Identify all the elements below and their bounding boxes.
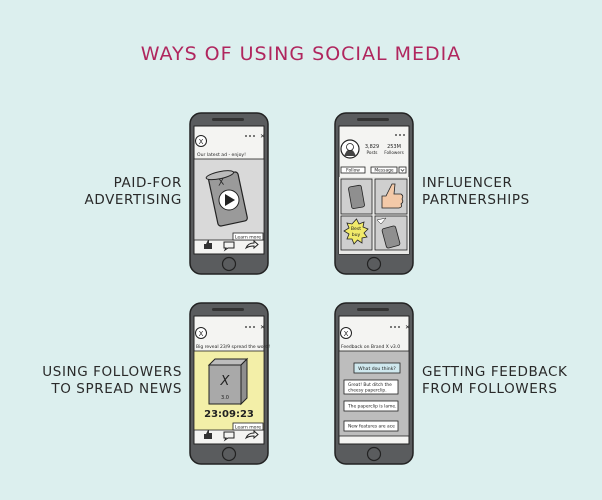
- close-icon[interactable]: ✕: [260, 133, 265, 140]
- followers-label: Followers: [384, 150, 404, 155]
- play-icon[interactable]: [218, 189, 240, 211]
- reply-2-text: The paperclip is lame.: [347, 404, 396, 410]
- more-options-icon[interactable]: [245, 135, 255, 137]
- caption-line: ADVERTISING: [84, 192, 182, 208]
- countdown-timer: 23:09:23: [204, 409, 254, 420]
- caption-line: PARTNERSHIPS: [422, 192, 530, 208]
- caption-getting-feedback: GETTING FEEDBACK FROM FOLLOWERS: [422, 364, 592, 398]
- phone-spread-news: X ✕ Big reveal 23/9 spread the word! X 3…: [189, 302, 270, 465]
- post-caption: Feedback on Brand X v3.0: [341, 344, 400, 350]
- caption-line: GETTING FEEDBACK: [422, 364, 568, 380]
- reply-3-text: New features are ace: [348, 424, 395, 430]
- phone-advertising: X ✕ Our latest ad - enjoy! X Learn more: [189, 112, 269, 275]
- caption-using-followers: USING FOLLOWERS TO SPREAD NEWS: [20, 364, 182, 398]
- posts-label: Posts: [367, 150, 378, 155]
- caption-line: INFLUENCER: [422, 175, 513, 191]
- influencer-avatar: [340, 139, 360, 159]
- reply-1-line-2: cheesy paperclip.: [348, 388, 387, 394]
- badge-line-2: buy: [352, 232, 361, 238]
- close-icon[interactable]: ✕: [405, 324, 410, 331]
- page-title: WAYS OF USING SOCIAL MEDIA: [140, 43, 462, 65]
- svg-text:X: X: [199, 330, 204, 338]
- post-caption: Our latest ad - enjoy!: [197, 152, 246, 158]
- more-options-icon[interactable]: [245, 326, 255, 328]
- more-options-icon[interactable]: [395, 134, 405, 136]
- reply-1-line-1: Great! But ditch the: [348, 382, 392, 388]
- learn-more-label: Learn more: [235, 425, 261, 431]
- post-caption: Big reveal 23/9 spread the word!: [196, 344, 270, 350]
- more-options-icon[interactable]: [390, 326, 400, 328]
- dropdown-button[interactable]: [398, 166, 407, 174]
- brand-avatar-icon: X: [195, 135, 207, 147]
- svg-text:X: X: [220, 374, 231, 389]
- phone-influencer: 3,829 Posts 253M Followers Follow Messag…: [334, 112, 414, 275]
- caption-line: PAID-FOR: [113, 175, 182, 191]
- learn-more-label: Learn more: [235, 235, 261, 241]
- svg-text:X: X: [199, 138, 204, 146]
- version-label: 3.0: [221, 395, 229, 401]
- question-text: What dou think?: [358, 366, 396, 372]
- badge-line-1: Best: [351, 226, 361, 232]
- brand-avatar-icon: X: [195, 327, 207, 339]
- brand-avatar-icon: X: [340, 327, 352, 339]
- caption-line: FROM FOLLOWERS: [422, 381, 558, 397]
- caption-line: USING FOLLOWERS: [42, 364, 182, 380]
- caption-paid-advertising: PAID-FOR ADVERTISING: [60, 175, 182, 209]
- caption-line: TO SPREAD NEWS: [51, 381, 182, 397]
- caption-influencer-partnerships: INFLUENCER PARTNERSHIPS: [422, 175, 582, 209]
- message-label: Message: [374, 168, 394, 174]
- svg-text:X: X: [344, 330, 349, 338]
- phone-feedback: X ✕ Feedback on Brand X v3.0 What dou th…: [334, 302, 414, 465]
- close-icon[interactable]: ✕: [260, 324, 265, 331]
- follow-label: Follow: [346, 168, 360, 174]
